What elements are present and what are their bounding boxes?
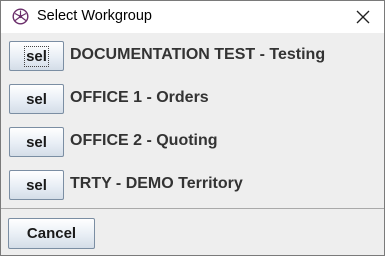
title-bar: Select Workgroup [1,1,384,33]
workgroup-row: sel OFFICE 2 - Quoting [9,127,379,159]
workgroup-app-icon [12,8,29,25]
select-button-label: sel [26,176,47,194]
workgroup-name: OFFICE 1 - Orders [70,89,209,106]
workgroup-name: OFFICE 2 - Quoting [70,132,218,149]
dialog-title: Select Workgroup [37,8,152,24]
select-button-label: sel [26,90,47,108]
workgroup-row: sel TRTY - DEMO Territory [9,170,379,202]
close-icon[interactable] [351,5,375,29]
workgroup-name: TRTY - DEMO Territory [70,175,243,192]
footer-divider [1,208,384,209]
workgroup-row: sel DOCUMENTATION TEST - Testing [9,41,379,73]
workgroup-row: sel OFFICE 1 - Orders [9,84,379,116]
select-workgroup-button[interactable]: sel [9,170,64,200]
select-workgroup-button[interactable]: sel [9,127,64,157]
select-button-label: sel [26,133,47,151]
select-workgroup-dialog: Select Workgroup sel DOCUMENTATION TEST … [0,0,385,256]
cancel-button[interactable]: Cancel [8,218,95,249]
select-workgroup-button[interactable]: sel [9,84,64,114]
workgroup-name: DOCUMENTATION TEST - Testing [70,46,326,63]
select-workgroup-button[interactable]: sel [9,41,64,71]
select-button-label: sel [24,45,49,67]
